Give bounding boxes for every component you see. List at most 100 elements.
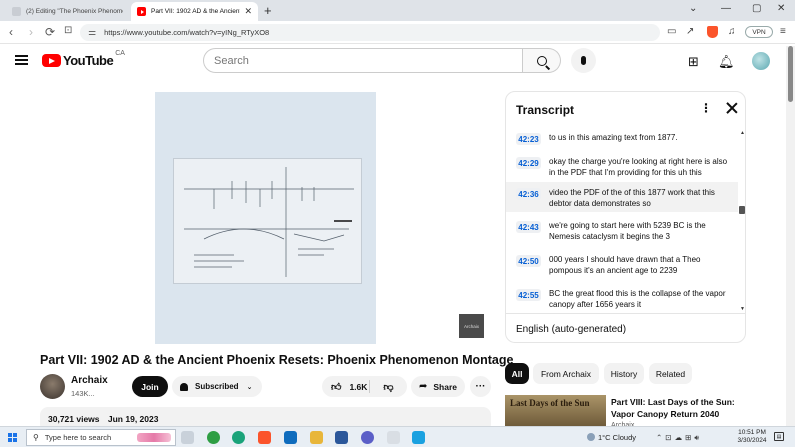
youtube-play-icon	[42, 54, 61, 67]
close-icon[interactable]	[726, 102, 738, 114]
vpn-label: VPN	[752, 28, 766, 36]
share-label: Share	[433, 381, 458, 392]
mail-icon[interactable]	[387, 431, 400, 444]
teams-icon[interactable]	[361, 431, 374, 444]
join-button[interactable]: Join	[132, 376, 168, 397]
tab-search-chevron-icon[interactable]: ⌄	[689, 3, 697, 14]
channel-avatar[interactable]	[40, 374, 65, 399]
minimize-icon[interactable]: —	[721, 3, 731, 14]
close-window-icon[interactable]: ✕	[777, 3, 785, 14]
segment-timestamp[interactable]: 42:55	[516, 289, 541, 301]
chip-related[interactable]: Related	[649, 363, 692, 384]
task-view-icon[interactable]	[181, 431, 194, 444]
more-options-icon[interactable]: ⋮	[700, 101, 712, 115]
share-page-icon[interactable]: ↗	[686, 26, 694, 37]
word-icon[interactable]	[335, 431, 348, 444]
page-scrollbar-thumb[interactable]	[788, 46, 793, 102]
reload-button[interactable]: ⟳	[45, 25, 55, 39]
file-explorer-icon[interactable]	[310, 431, 323, 444]
notifications-bell-icon[interactable]: 🔔︎	[718, 54, 735, 70]
media-icon[interactable]: ♫	[728, 26, 736, 37]
brave-shields-icon[interactable]	[707, 26, 718, 38]
segment-timestamp[interactable]: 42:43	[516, 221, 541, 233]
forward-button[interactable]: ›	[29, 25, 33, 39]
notification-center-icon[interactable]: ▤	[774, 432, 784, 441]
address-bar[interactable]: ⚌ https://www.youtube.com/watch?v=yINg_R…	[80, 24, 660, 41]
cast-icon[interactable]: ▭	[667, 26, 676, 37]
like-count: 1.6K	[349, 381, 368, 392]
outlook-icon[interactable]	[284, 431, 297, 444]
related-video-title[interactable]: Part VIII: Last Days of the Sun: Vapor C…	[611, 396, 751, 420]
scrollbar-thumb[interactable]	[739, 206, 745, 214]
thumbnail-text: Last Days of the Sun	[510, 398, 590, 408]
segment-timestamp[interactable]: 42:23	[516, 133, 541, 145]
taskbar-clock[interactable]: 10:51 PM 3/30/2024	[735, 429, 769, 445]
chip-all[interactable]: All	[505, 363, 529, 384]
tab-youtube[interactable]: Part VII: 1902 AD & the Ancient ✕	[131, 2, 258, 21]
transcript-language-selector[interactable]: English (auto-generated)	[506, 313, 745, 342]
bookmark-icon[interactable]: ⊡	[64, 25, 72, 36]
segment-timestamp[interactable]: 42:36	[516, 188, 541, 200]
transcript-title: Transcript	[516, 103, 575, 117]
chip-from-archaix[interactable]: From Archaix	[533, 363, 599, 384]
transcript-scrollbar[interactable]: ▲ ▼	[738, 130, 745, 312]
segment-timestamp[interactable]: 42:50	[516, 255, 541, 267]
dislike-button[interactable]: 👎︎	[370, 381, 407, 393]
weather-status[interactable]: 1°C Cloudy	[598, 433, 636, 442]
channel-name[interactable]: Archaix	[71, 375, 108, 386]
menu-icon[interactable]: ≡	[780, 26, 786, 37]
transcript-segment[interactable]: 42:43 we're going to start here with 523…	[506, 215, 738, 245]
create-video-icon[interactable]: ⊞	[688, 54, 699, 70]
maximize-icon[interactable]: ▢	[752, 3, 761, 14]
more-actions-button[interactable]: ···	[470, 376, 491, 397]
taskbar-search-placeholder: Type here to search	[44, 433, 112, 442]
page-scrollbar[interactable]	[786, 46, 795, 426]
thumbs-down-icon: 👎︎	[383, 381, 394, 393]
transcript-segment[interactable]: 42:55 BC the great flood this is the col…	[506, 283, 738, 313]
scroll-up-arrow-icon[interactable]: ▲	[740, 130, 745, 136]
new-tab-button[interactable]: +	[264, 3, 272, 18]
taskbar-search-input[interactable]: ⚲ Type here to search	[26, 429, 176, 446]
chevron-down-icon: ⌄	[246, 383, 253, 391]
ellipsis-icon: ···	[475, 381, 486, 392]
video-frame-chart-paper	[173, 158, 362, 284]
edge-browser-icon[interactable]	[232, 431, 245, 444]
tab-editing[interactable]: (2) Editing "The Phoenix Phenomenon M	[6, 2, 129, 21]
hamburger-menu-icon[interactable]	[15, 55, 28, 65]
system-tray-icons[interactable]: ⌃⊡☁⊞🔊︎	[656, 433, 702, 443]
brave-browser-icon[interactable]	[258, 431, 271, 444]
clock-time: 10:51 PM	[738, 429, 766, 436]
search-button[interactable]	[523, 48, 561, 73]
store-icon[interactable]	[412, 431, 425, 444]
chip-history[interactable]: History	[604, 363, 644, 384]
windows-start-icon[interactable]	[8, 433, 17, 442]
watermark-text: Archaix	[463, 323, 479, 329]
microphone-icon	[581, 56, 586, 65]
country-code: CA	[115, 50, 125, 57]
transcript-segment[interactable]: 42:29 okay the charge you're looking at …	[506, 151, 738, 181]
transcript-segment-list: 42:23 to us in this amazing text from 18…	[506, 127, 738, 313]
like-button[interactable]: 👍︎ 1.6K	[322, 380, 370, 393]
voice-search-button[interactable]	[571, 48, 596, 73]
back-button[interactable]: ‹	[9, 25, 13, 39]
scroll-down-arrow-icon[interactable]: ▼	[740, 306, 745, 312]
segment-text: to us in this amazing text from 1877.	[549, 133, 678, 142]
segment-timestamp[interactable]: 42:29	[516, 157, 541, 169]
subscribed-label: Subscribed	[195, 382, 239, 391]
close-tab-icon[interactable]: ✕	[244, 6, 252, 17]
channel-watermark[interactable]: Archaix	[459, 314, 484, 338]
search-input[interactable]: Search	[203, 48, 523, 73]
bell-icon	[180, 382, 188, 391]
share-button[interactable]: ➦ Share	[411, 376, 465, 397]
vpn-button[interactable]: VPN	[745, 26, 773, 38]
subscribed-button[interactable]: Subscribed ⌄	[172, 376, 262, 397]
transcript-segment-active[interactable]: 42:36 video the PDF of the of this 1877 …	[506, 182, 738, 212]
transcript-segment[interactable]: 42:50 000 years I should have drawn that…	[506, 249, 738, 279]
account-avatar[interactable]	[752, 52, 770, 70]
related-video-thumbnail[interactable]: Last Days of the Sun	[505, 395, 606, 426]
kaspersky-app-icon[interactable]	[207, 431, 220, 444]
site-info-icon[interactable]: ⚌	[88, 27, 96, 38]
share-arrow-icon: ➦	[419, 381, 428, 392]
youtube-logo[interactable]: YouTube CA	[42, 50, 125, 68]
video-player[interactable]	[155, 92, 376, 344]
